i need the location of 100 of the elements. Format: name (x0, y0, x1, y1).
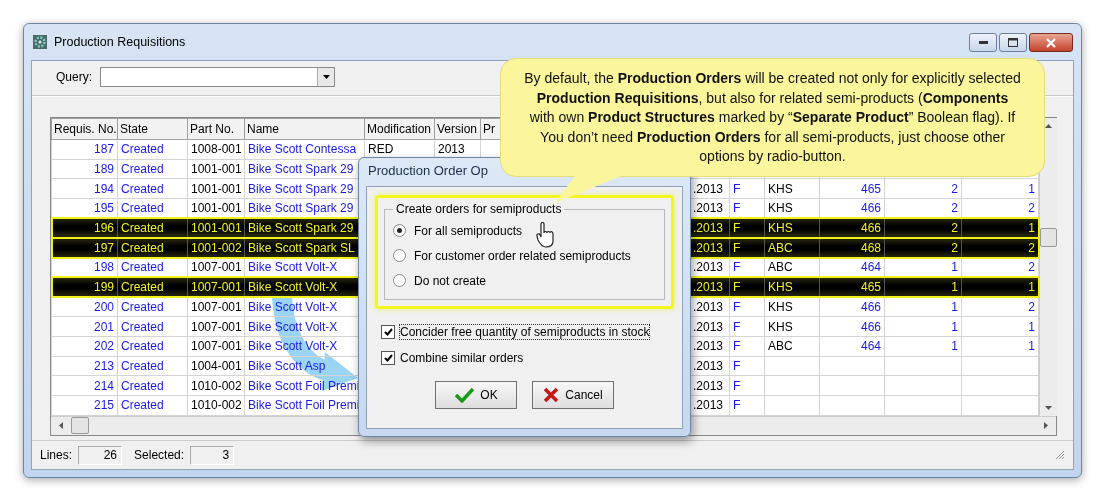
table-cell: F (733, 299, 741, 314)
table-cell: KHS (768, 221, 793, 236)
table-cell: Created (121, 240, 164, 255)
gear-icon (32, 34, 48, 50)
group-title: Create orders for semiproducts (395, 202, 563, 216)
cancel-button[interactable]: Cancel (532, 381, 614, 409)
table-cell: 1001-001 (191, 181, 242, 196)
table-cell: 1010-002 (191, 398, 242, 413)
table-cell: 466 (860, 221, 881, 236)
table-cell: .2013 (693, 260, 724, 275)
checkmark-icon (383, 354, 393, 362)
lines-label: Lines: (40, 448, 73, 462)
close-button[interactable] (1029, 33, 1073, 52)
table-cell: 200 (93, 299, 114, 314)
table-cell: Bike Scott Spark SL (248, 240, 355, 255)
window-title: Production Requisitions (54, 35, 186, 49)
table-cell: 1007-001 (191, 280, 242, 295)
selected-label: Selected: (134, 448, 185, 462)
radio-label: Do not create (414, 273, 487, 288)
table-cell: Created (121, 201, 164, 216)
vertical-scrollbar[interactable] (1039, 118, 1057, 416)
table-cell: Bike Scott Contessa (248, 142, 357, 157)
x-icon (543, 387, 560, 403)
minimize-icon (978, 41, 988, 44)
scroll-right-icon (1044, 422, 1048, 430)
checkbox[interactable] (381, 351, 395, 365)
table-cell: .2013 (693, 339, 724, 354)
table-cell: KHS (768, 319, 793, 334)
table-cell: 468 (860, 240, 881, 255)
table-cell: 1 (1028, 339, 1035, 354)
table-cell: 1 (1028, 319, 1035, 334)
table-cell: 198 (93, 260, 114, 275)
table-cell: 1001-001 (191, 201, 242, 216)
callout-tail (555, 176, 621, 203)
table-cell: KHS (768, 181, 793, 196)
table-cell: Created (121, 280, 164, 295)
scroll-thumb[interactable] (1040, 228, 1057, 247)
table-cell: 1 (951, 339, 958, 354)
resize-grip-icon[interactable] (1055, 450, 1065, 460)
column-header[interactable]: Name (247, 122, 279, 136)
minimize-button[interactable] (969, 33, 997, 52)
table-cell: 187 (93, 142, 114, 157)
maximize-icon (1008, 38, 1018, 47)
table-cell: Bike Scott Volt-X (248, 260, 338, 275)
table-cell: 1004-001 (191, 358, 242, 373)
table-cell: 196 (93, 221, 114, 236)
table-cell: 1007-001 (191, 260, 242, 275)
table-cell: 1 (1028, 221, 1035, 236)
table-cell: Created (121, 299, 164, 314)
table-cell: F (733, 339, 741, 354)
table-cell: Created (121, 181, 164, 196)
table-cell: 466 (860, 299, 881, 314)
table-cell: .2013 (693, 280, 724, 295)
table-cell: .2013 (693, 378, 724, 393)
table-cell: Bike Scott Volt-X (248, 280, 338, 295)
table-cell: 1007-001 (191, 319, 242, 334)
scroll-thumb[interactable] (71, 417, 89, 435)
table-cell: F (733, 181, 741, 196)
table-cell: F (733, 240, 741, 255)
table-cell: 464 (860, 260, 881, 275)
table-cell: 465 (860, 181, 881, 196)
radio-option[interactable]: For customer order related semiproducts (393, 243, 656, 268)
column-header[interactable]: Pr (483, 122, 495, 136)
checkbox[interactable] (381, 325, 395, 339)
table-cell: .2013 (693, 358, 724, 373)
table-cell: F (733, 201, 741, 216)
radio-option[interactable]: For all semiproducts (393, 218, 656, 243)
scroll-left-icon (59, 422, 63, 430)
table-cell: 2013 (438, 142, 465, 157)
radio-button[interactable] (393, 224, 406, 237)
ok-button[interactable]: OK (435, 381, 517, 409)
radio-button[interactable] (393, 274, 406, 287)
lines-count: 26 (78, 445, 123, 465)
table-cell: 1 (951, 299, 958, 314)
table-cell: 465 (860, 280, 881, 295)
table-cell: Created (121, 319, 164, 334)
table-cell: 195 (93, 201, 114, 216)
table-cell: ABC (768, 260, 793, 275)
table-cell: 214 (93, 378, 114, 393)
dropdown-button[interactable] (317, 68, 334, 86)
table-cell: .2013 (693, 398, 724, 413)
radio-button[interactable] (393, 249, 406, 262)
table-cell: 2 (1028, 240, 1035, 255)
table-cell: 194 (93, 181, 114, 196)
table-cell: 2 (951, 240, 958, 255)
table-cell: 1001-001 (191, 162, 242, 177)
table-cell: 466 (860, 201, 881, 216)
table-cell: Created (121, 162, 164, 177)
table-cell: 197 (93, 240, 114, 255)
table-cell: 2 (1028, 299, 1035, 314)
table-cell: 1007-001 (191, 339, 242, 354)
maximize-button[interactable] (999, 33, 1027, 52)
table-cell: ABC (768, 339, 793, 354)
table-cell: Bike Scott Spark 29 (248, 181, 354, 196)
table-cell: 202 (93, 339, 114, 354)
table-cell: .2013 (693, 201, 724, 216)
table-cell: 2 (951, 181, 958, 196)
radio-option[interactable]: Do not create (393, 268, 656, 293)
table-cell: .2013 (693, 240, 724, 255)
table-cell: F (733, 221, 741, 236)
